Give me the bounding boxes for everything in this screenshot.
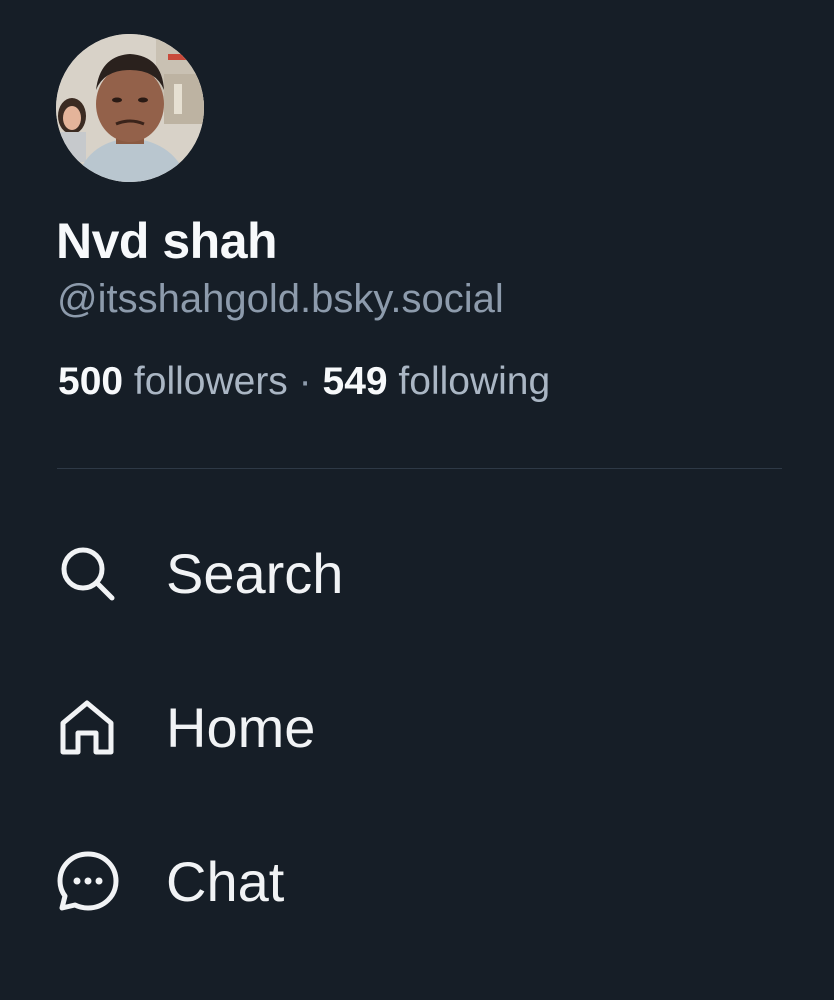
nav-item-search[interactable]: Search [56,528,656,618]
profile-drawer: Nvd shah @itsshahgold.bsky.social 500 fo… [0,0,834,1000]
search-icon [56,537,128,609]
home-icon [56,691,128,763]
followers-count: 500 [58,360,124,403]
stats-separator: · [298,360,312,403]
following-label: following [398,360,551,403]
display-name: Nvd shah [56,213,278,269]
chat-icon [56,845,128,917]
follow-stats: 500 followers · 549 following [58,360,550,404]
nav-item-label: Search [166,541,344,605]
following-count: 549 [322,360,388,403]
divider [57,468,782,469]
nav-item-label: Chat [166,849,285,913]
nav-item-label: Home [166,695,316,759]
nav-item-home[interactable]: Home [56,682,656,772]
following-link[interactable]: 549 following [323,360,551,403]
profile-handle: @itsshahgold.bsky.social [57,277,504,321]
nav-item-chat[interactable]: Chat [56,836,656,926]
followers-label: followers [133,360,288,403]
followers-link[interactable]: 500 followers [58,360,288,403]
avatar[interactable] [56,34,204,182]
avatar-photo [56,34,204,182]
